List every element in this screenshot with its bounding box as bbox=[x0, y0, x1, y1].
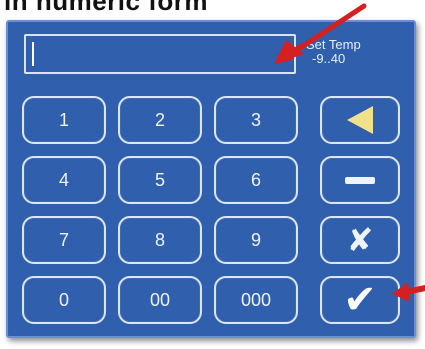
key-0[interactable]: 0 bbox=[22, 276, 106, 324]
confirm-button[interactable]: ✔ bbox=[320, 276, 400, 324]
key-6[interactable]: 6 bbox=[214, 156, 298, 204]
cross-icon: ✘ bbox=[346, 222, 374, 258]
key-1[interactable]: 1 bbox=[22, 96, 106, 144]
numeric-keypad-panel: Set Temp -9..40 1 2 3 4 5 6 7 8 9 ✘ 0 00… bbox=[6, 20, 416, 338]
key-7[interactable]: 7 bbox=[22, 216, 106, 264]
cancel-button[interactable]: ✘ bbox=[320, 216, 400, 264]
page: in numeric form Set Temp -9..40 1 2 3 4 … bbox=[0, 0, 425, 349]
checkmark-icon: ✔ bbox=[343, 278, 377, 322]
set-temp-label: Set Temp -9..40 bbox=[306, 38, 361, 66]
key-2[interactable]: 2 bbox=[118, 96, 202, 144]
heading-text: in numeric form bbox=[4, 0, 208, 16]
set-temp-range: -9..40 bbox=[312, 51, 346, 66]
key-5[interactable]: 5 bbox=[118, 156, 202, 204]
set-temp-title: Set Temp bbox=[306, 37, 361, 52]
minus-icon bbox=[345, 176, 375, 184]
value-display-field[interactable] bbox=[24, 34, 296, 74]
key-9[interactable]: 9 bbox=[214, 216, 298, 264]
backspace-button[interactable] bbox=[320, 96, 400, 144]
key-000[interactable]: 000 bbox=[214, 276, 298, 324]
key-4[interactable]: 4 bbox=[22, 156, 106, 204]
text-cursor bbox=[32, 42, 34, 66]
key-8[interactable]: 8 bbox=[118, 216, 202, 264]
key-3[interactable]: 3 bbox=[214, 96, 298, 144]
left-triangle-icon bbox=[347, 106, 373, 134]
key-00[interactable]: 00 bbox=[118, 276, 202, 324]
minus-button[interactable] bbox=[320, 156, 400, 204]
